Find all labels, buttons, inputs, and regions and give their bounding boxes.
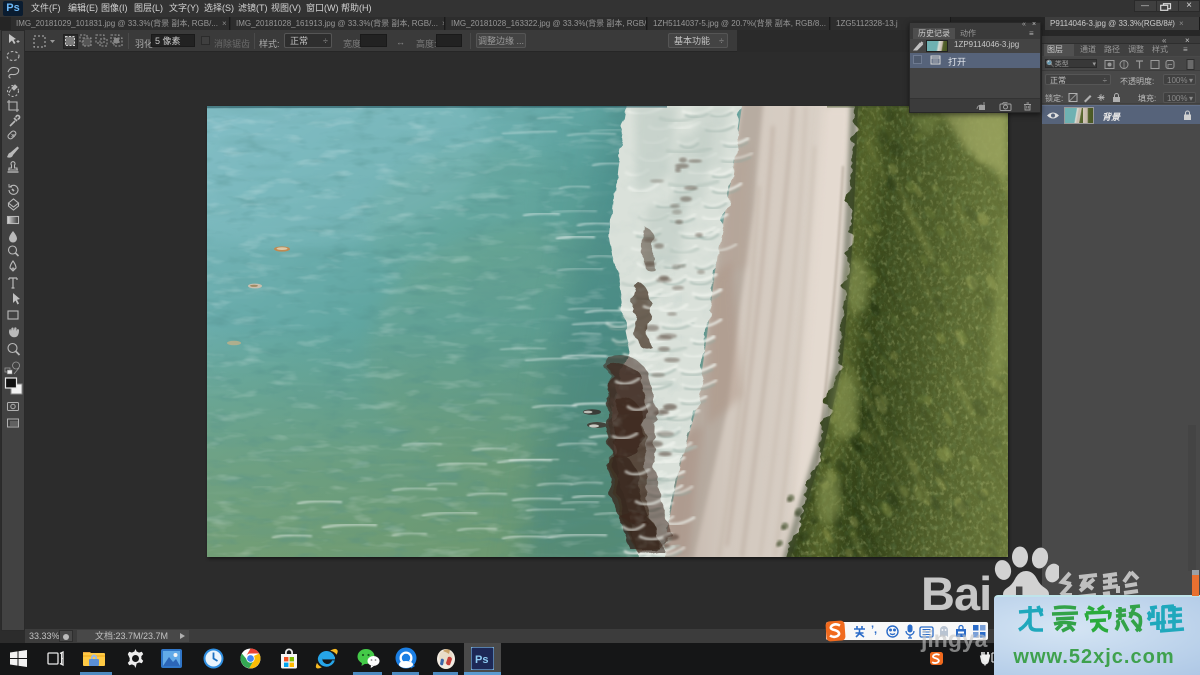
svg-text:Ps: Ps: [475, 654, 488, 666]
